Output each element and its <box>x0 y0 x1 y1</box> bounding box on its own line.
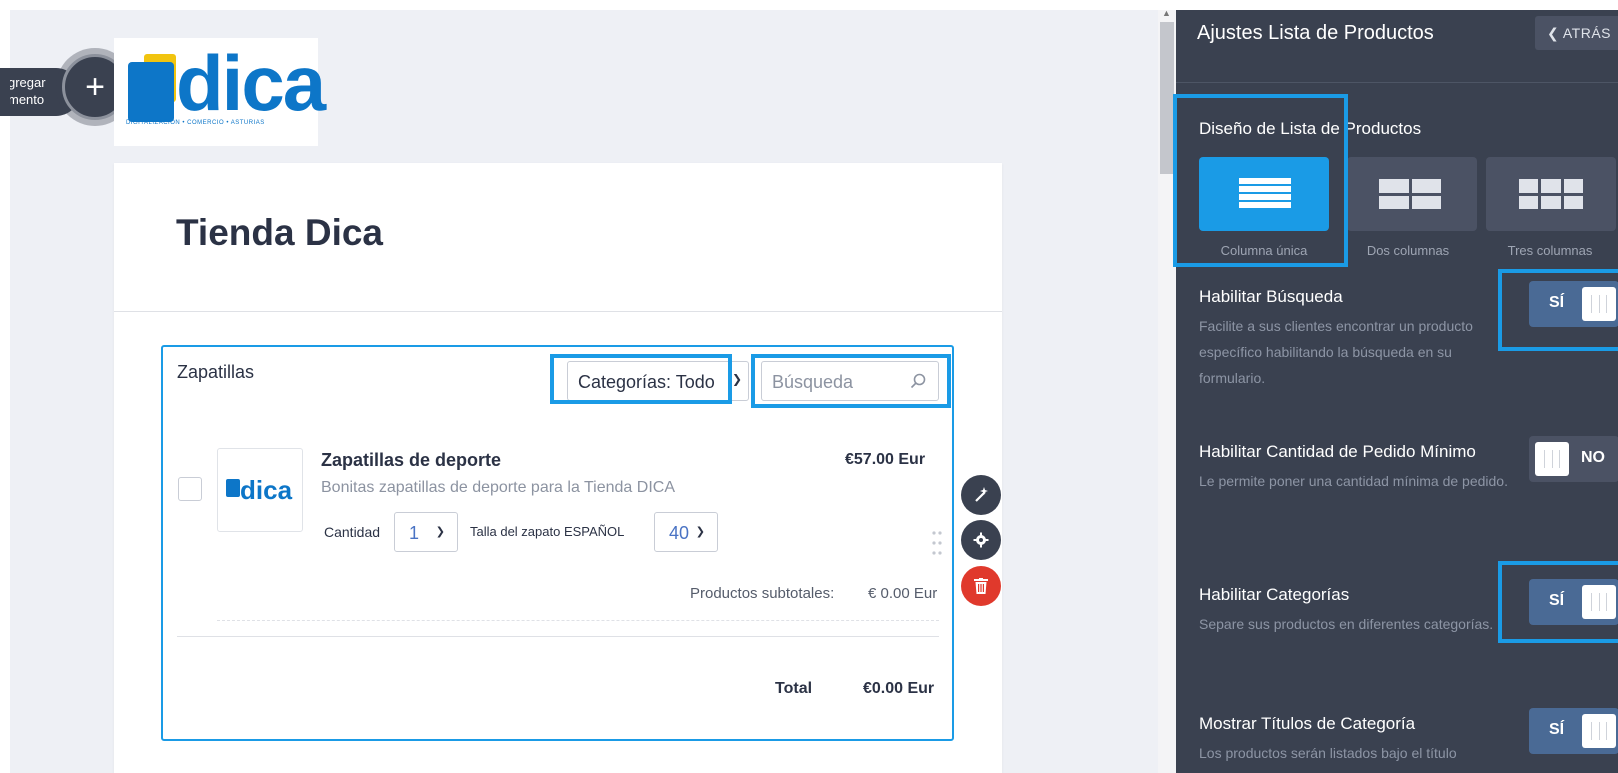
setting-min-order-title: Habilitar Cantidad de Pedido Mínimo <box>1199 442 1476 461</box>
properties-wand-button[interactable] <box>961 475 1001 515</box>
plus-icon: + <box>85 68 105 106</box>
quantity-value: 1 <box>409 523 420 543</box>
setting-category-titles-description: Los productos serán listados bajo el tít… <box>1199 745 1457 761</box>
magic-wand-icon <box>975 487 988 502</box>
product-price: €57.00 Eur <box>845 451 926 468</box>
product-description: Bonitas zapatillas de deporte para la Ti… <box>321 479 675 496</box>
layout-three-columns-option[interactable] <box>1486 157 1616 231</box>
toggle-highlight <box>1498 269 1618 351</box>
subtotal-label: Productos subtotales: <box>690 585 835 602</box>
toggle-highlight <box>1498 561 1618 643</box>
divider <box>114 311 1002 312</box>
chevron-left-icon: ❮ <box>1547 25 1560 41</box>
product-list-label: Zapatillas <box>177 362 255 382</box>
toggle-knob <box>1535 442 1569 476</box>
back-label: ATRÁS <box>1562 25 1611 41</box>
thumbnail-logo-text: dica <box>240 475 293 505</box>
layout-option-label: Tres columnas <box>1507 243 1593 258</box>
toggle-state: SÍ <box>1549 721 1565 738</box>
layout-option-label: Dos columnas <box>1366 243 1450 258</box>
back-button[interactable]: ❮ ATRÁS <box>1535 16 1618 50</box>
setting-search-description: Facilite a sus clientes encontrar un pro… <box>1199 318 1473 386</box>
layout-highlight <box>1173 94 1348 267</box>
size-select[interactable]: 40 ❯ <box>654 512 718 552</box>
shopping-bag-icon <box>128 62 174 122</box>
scrollbar-thumb[interactable] <box>1160 22 1174 174</box>
trash-icon <box>974 578 988 594</box>
chevron-down-icon: ❯ <box>695 526 705 538</box>
settings-gear-button[interactable] <box>961 520 1001 560</box>
shopping-bag-icon <box>226 479 240 497</box>
setting-categories-title: Habilitar Categorías <box>1199 585 1350 604</box>
drag-handle-icon[interactable] <box>931 530 943 556</box>
logo-subtitle: DIGITALIZACIÓN • COMERCIO • ASTURIAS <box>126 120 265 126</box>
total-label: Total <box>775 680 813 697</box>
gear-icon <box>973 532 989 548</box>
two-columns-icon <box>1379 179 1441 209</box>
quantity-select[interactable]: 1 ❯ <box>394 512 458 552</box>
subtotal-value: € 0.00 Eur <box>868 585 938 602</box>
product-name: Zapatillas de deporte <box>321 450 502 470</box>
panel-title: Ajustes Lista de Productos <box>1197 22 1434 44</box>
divider <box>177 636 939 637</box>
size-label: Talla del zapato ESPAÑOL <box>470 524 625 539</box>
form-logo[interactable]: dica DIGITALIZACIÓN • COMERCIO • ASTURIA… <box>114 38 326 146</box>
toggle-state: NO <box>1581 449 1605 466</box>
toggle-knob <box>1582 714 1616 748</box>
form-title[interactable]: Tienda Dica <box>176 212 383 254</box>
category-filter-highlight <box>550 354 732 404</box>
setting-search-title: Habilitar Búsqueda <box>1199 287 1343 306</box>
logo-text: dica <box>176 39 326 127</box>
toggle-min-order[interactable]: NO <box>1529 436 1618 482</box>
layout-two-columns-option[interactable] <box>1347 157 1477 231</box>
add-element-label[interactable]: gregar mento <box>10 74 60 108</box>
delete-button[interactable] <box>961 566 1001 606</box>
scroll-up-icon[interactable]: ▲ <box>1162 8 1171 18</box>
setting-category-titles-title: Mostrar Títulos de Categoría <box>1199 714 1416 733</box>
three-columns-icon <box>1519 179 1583 209</box>
divider <box>217 620 939 621</box>
setting-categories-description: Separe sus productos en diferentes categ… <box>1199 616 1494 632</box>
product-thumbnail: dica <box>217 448 303 532</box>
chevron-down-icon: ❯ <box>731 372 742 386</box>
setting-min-order-description: Le permite poner una cantidad mínima de … <box>1199 473 1508 489</box>
chevron-down-icon: ❯ <box>435 526 445 538</box>
total-value: €0.00 Eur <box>863 680 935 697</box>
search-highlight <box>751 354 951 408</box>
quantity-label: Cantidad <box>324 524 381 540</box>
product-checkbox[interactable] <box>178 477 202 501</box>
toggle-category-titles[interactable]: SÍ <box>1529 708 1618 754</box>
size-value: 40 <box>669 523 690 543</box>
